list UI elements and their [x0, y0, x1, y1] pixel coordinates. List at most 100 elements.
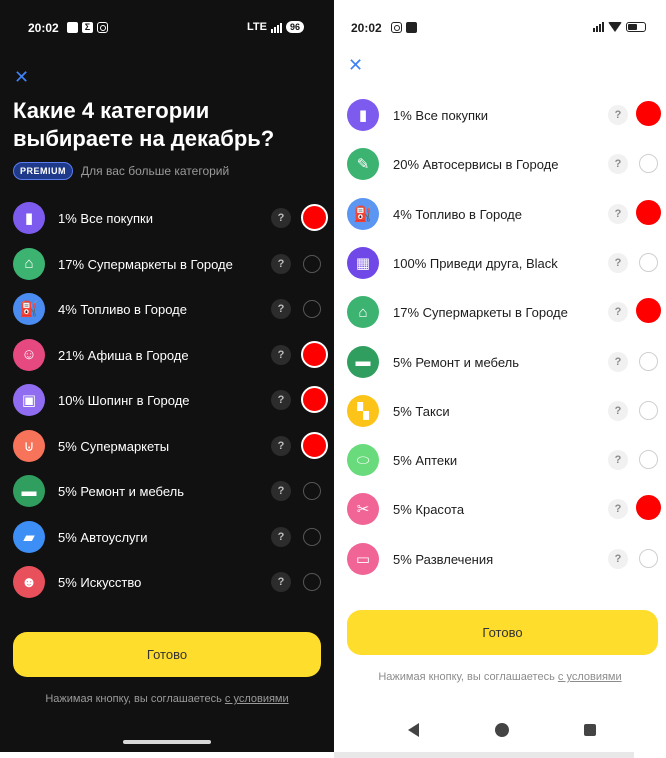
category-label: 20% Автосервисы в Городе — [393, 157, 559, 173]
help-icon[interactable]: ? — [271, 390, 291, 410]
wifi-icon — [608, 21, 622, 32]
help-icon[interactable]: ? — [271, 253, 291, 274]
terms-prefix: Нажимая кнопку, вы соглашаетесь — [378, 671, 555, 683]
category-row[interactable]: ▦ 100% Приведи друга, Black? — [334, 245, 666, 281]
category-row[interactable]: ▮ 1% Все покупки? — [334, 97, 666, 133]
category-label: 5% Развлечения — [393, 551, 494, 567]
help-icon[interactable]: ? — [608, 154, 628, 175]
category-row[interactable]: ✂ 5% Красота? — [334, 491, 666, 527]
category-row[interactable]: ⊍ 5% Супермаркеты? — [0, 428, 334, 464]
battery-level: 96 — [285, 21, 304, 33]
basket-icon: ⌂ — [347, 296, 379, 329]
right-screen: 20:02 ✕ ▮ 1% Все покупки? ✎ 20% Автосервисы… — [334, 0, 666, 752]
help-icon[interactable]: ? — [608, 302, 628, 323]
taxi-icon: ▚ — [347, 394, 379, 427]
help-icon[interactable]: ? — [608, 548, 628, 569]
recent-apps-icon[interactable] — [584, 724, 596, 736]
category-row[interactable]: ☻ 5% Искусство? — [0, 564, 334, 600]
cart-icon: ⊍ — [13, 429, 45, 462]
category-row[interactable]: ⌂ 17% Супермаркеты в Городе? — [0, 246, 334, 282]
premium-text: Для вас больше категорий — [81, 164, 230, 178]
radio-unselected[interactable] — [639, 400, 658, 420]
battery-icon — [626, 21, 646, 32]
close-icon[interactable]: ✕ — [14, 68, 29, 86]
category-row[interactable]: ▚ 5% Такси? — [334, 393, 666, 429]
pill-icon: ⬭ — [347, 444, 379, 477]
help-icon[interactable]: ? — [271, 299, 291, 319]
help-icon[interactable]: ? — [608, 252, 628, 273]
radio-unselected[interactable] — [303, 254, 321, 273]
category-row[interactable]: ▭ 5% Развлечения? — [334, 541, 666, 577]
radio-selected[interactable] — [636, 199, 661, 225]
radio-unselected[interactable] — [639, 154, 658, 174]
radio-unselected[interactable] — [303, 573, 321, 591]
category-row[interactable]: ☺ 21% Афиша в Городе? — [0, 337, 334, 373]
status-time: 20:02 — [28, 21, 59, 35]
radio-unselected[interactable] — [639, 351, 658, 371]
help-icon[interactable]: ? — [608, 400, 628, 421]
status-time: 20:02 — [351, 21, 382, 35]
category-label: 5% Ремонт и мебель — [393, 354, 519, 370]
category-row[interactable]: ⛽ 4% Топливо в Городе? — [0, 291, 334, 327]
help-icon[interactable]: ? — [271, 435, 291, 456]
category-label: 5% Красота — [393, 502, 465, 518]
radio-unselected[interactable] — [639, 450, 658, 470]
radio-selected[interactable] — [301, 386, 328, 413]
radio-unselected[interactable] — [639, 548, 658, 568]
category-row[interactable]: ▣ 10% Шопинг в Городе? — [0, 382, 334, 418]
category-row[interactable]: ⬭ 5% Аптеки? — [334, 442, 666, 478]
radio-unselected[interactable] — [639, 252, 658, 272]
system-nav-bar — [334, 718, 666, 742]
terms-link[interactable]: с условиями — [225, 693, 289, 705]
radio-unselected[interactable] — [303, 300, 321, 318]
help-icon[interactable]: ? — [608, 450, 628, 471]
category-row[interactable]: ✎ 20% Автосервисы в Городе? — [334, 146, 666, 182]
instagram-icon — [391, 22, 402, 33]
help-icon[interactable]: ? — [608, 105, 628, 125]
category-row[interactable]: ▬ 5% Ремонт и мебель? — [0, 473, 334, 509]
home-icon[interactable] — [495, 723, 509, 737]
done-button[interactable]: Готово — [13, 632, 321, 677]
home-indicator[interactable] — [123, 740, 211, 744]
premium-badge: PREMIUM — [13, 162, 73, 180]
notification-app-icon — [67, 22, 78, 33]
radio-selected[interactable] — [636, 101, 661, 126]
radio-selected[interactable] — [636, 298, 661, 324]
terms-link[interactable]: с условиями — [558, 671, 622, 683]
help-icon[interactable]: ? — [271, 208, 291, 228]
help-icon[interactable]: ? — [271, 526, 291, 547]
radio-selected[interactable] — [301, 204, 328, 231]
radio-unselected[interactable] — [303, 527, 321, 546]
radio-selected[interactable] — [301, 340, 328, 368]
category-label: 5% Искусство — [58, 575, 142, 590]
left-screen: 20:02 Σ LTE 96 ✕ Какие 4 категории выбир… — [0, 0, 334, 752]
done-button[interactable]: Готово — [347, 610, 658, 655]
radio-unselected[interactable] — [303, 482, 321, 500]
help-icon[interactable]: ? — [608, 499, 628, 520]
fuel-icon: ⛽ — [13, 293, 45, 325]
category-row[interactable]: ▰ 5% Автоуслуги? — [0, 519, 334, 555]
close-icon[interactable]: ✕ — [348, 56, 363, 74]
help-icon[interactable]: ? — [608, 203, 628, 224]
radio-selected[interactable] — [301, 431, 328, 459]
radio-selected[interactable] — [636, 495, 661, 521]
status-bar: 20:02 Σ LTE 96 — [0, 18, 334, 40]
terms-text: Нажимая кнопку, вы соглашаетесь с услови… — [0, 693, 334, 705]
category-label: 21% Афиша в Городе — [58, 347, 189, 363]
category-row[interactable]: ▬ 5% Ремонт и мебель? — [334, 344, 666, 380]
category-label: 5% Такси — [393, 403, 450, 419]
category-row[interactable]: ▮ 1% Все покупки? — [0, 200, 334, 236]
category-row[interactable]: ⌂ 17% Супермаркеты в Городе? — [334, 294, 666, 330]
back-icon[interactable] — [408, 723, 419, 737]
help-icon[interactable]: ? — [271, 572, 291, 592]
help-icon[interactable]: ? — [271, 481, 291, 501]
scissors-icon: ✂ — [347, 493, 379, 526]
category-row[interactable]: ⛽ 4% Топливо в Городе? — [334, 196, 666, 232]
terms-text: Нажимая кнопку, вы соглашаетесь с услови… — [334, 671, 666, 683]
help-icon[interactable]: ? — [608, 351, 628, 372]
status-bar: 20:02 — [334, 18, 666, 40]
page-title: Какие 4 категории выбираете на декабрь? — [13, 98, 275, 151]
category-label: 4% Топливо в Городе — [58, 302, 187, 317]
bag-icon: ▮ — [347, 99, 379, 131]
help-icon[interactable]: ? — [271, 344, 291, 365]
